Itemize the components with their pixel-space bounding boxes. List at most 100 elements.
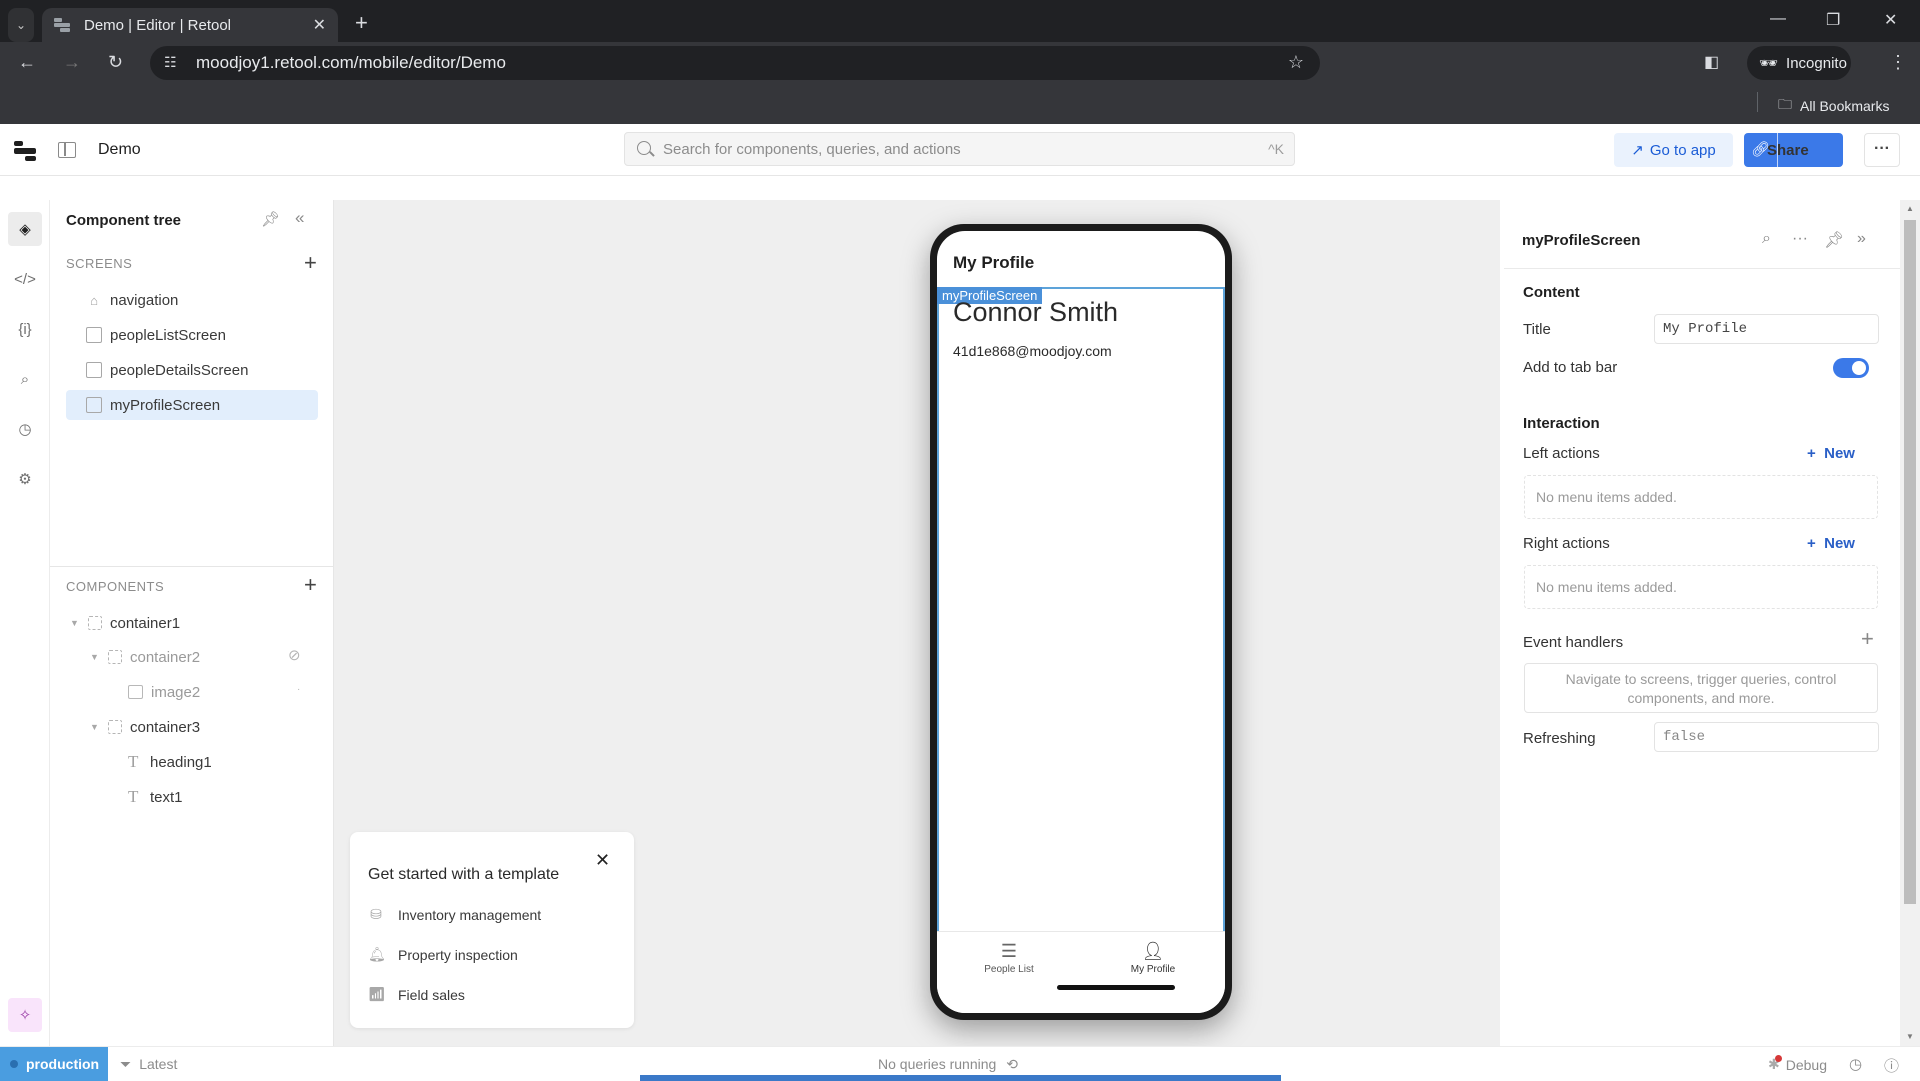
hidden-dot-icon: ·: [297, 684, 301, 695]
add-screen-button[interactable]: +: [304, 250, 317, 276]
site-info-icon[interactable]: ☷: [164, 54, 177, 71]
screen-item-myprofilescreen[interactable]: myProfileScreen: [66, 390, 318, 420]
address-bar[interactable]: ☷ moodjoy1.retool.com/mobile/editor/Demo…: [150, 46, 1320, 80]
close-tab-icon[interactable]: ✕: [313, 15, 326, 35]
screen-item-navigation[interactable]: ⌂ navigation: [66, 285, 318, 315]
screen-item-peoplelistscreen[interactable]: peopleListScreen: [66, 320, 318, 350]
new-tab-button[interactable]: +: [355, 10, 368, 36]
help-icon[interactable]: ⓘ: [1884, 1055, 1899, 1076]
browser-tab[interactable]: Demo | Editor | Retool ✕: [42, 8, 338, 42]
more-options-button[interactable]: ···: [1864, 133, 1900, 167]
left-rail: ◈ </> {i} ⌕ ◷ ⚙ ✧: [0, 200, 50, 1046]
mobile-tab-bar: ☰ People List 👤︎ My Profile: [937, 931, 1225, 1013]
go-to-app-button[interactable]: ↗ Go to app: [1614, 133, 1733, 167]
component-label: text1: [150, 788, 183, 806]
expand-caret-icon[interactable]: ▼: [90, 652, 100, 662]
screen-item-peopledetailsscreen[interactable]: peopleDetailsScreen: [66, 355, 318, 385]
component-item-container1[interactable]: ▼ container1: [70, 609, 180, 637]
phone-screen[interactable]: My Profile myProfileScreen Connor Smith …: [937, 231, 1225, 1013]
forward-button[interactable]: →: [63, 52, 81, 73]
window-close-button[interactable]: ✕: [1884, 10, 1897, 30]
text1[interactable]: 41d1e868@moodjoy.com: [953, 343, 1112, 359]
more-icon[interactable]: ···: [1792, 230, 1808, 248]
retool-logo-icon[interactable]: [14, 140, 36, 162]
tag-icon: ⏷: [120, 1056, 132, 1072]
bookmark-star-icon[interactable]: ☆: [1288, 52, 1304, 73]
scroll-down-arrow[interactable]: ▼: [1906, 1032, 1914, 1041]
unpin-icon[interactable]: 📌︎: [1824, 230, 1844, 250]
pin-icon[interactable]: 📌︎: [261, 210, 280, 228]
hidden-eye-slash-icon[interactable]: ⊘: [288, 646, 301, 664]
environment-selector[interactable]: production: [0, 1047, 108, 1081]
scroll-up-arrow[interactable]: ▲: [1906, 204, 1914, 213]
tab-people-list[interactable]: ☰ People List: [937, 938, 1081, 976]
search-icon[interactable]: ⌕: [1762, 230, 1771, 248]
browser-menu-icon[interactable]: ⋮: [1889, 52, 1907, 73]
state-variables-icon[interactable]: {i}: [8, 312, 42, 346]
inspector-title[interactable]: myProfileScreen: [1522, 232, 1640, 249]
template-inventory-management[interactable]: ⛁ Inventory management: [368, 906, 541, 923]
component-item-image2[interactable]: image2: [128, 678, 200, 706]
reload-button[interactable]: ↻: [108, 52, 123, 73]
event-handlers-label: Event handlers: [1523, 634, 1624, 651]
text-icon: T: [128, 787, 139, 806]
app-header: Demo Search for components, queries, and…: [0, 124, 1920, 176]
add-to-tab-bar-toggle[interactable]: [1833, 358, 1869, 378]
tab-search-button[interactable]: ⌄: [8, 8, 34, 42]
share-button[interactable]: 🔗︎ Share: [1744, 133, 1843, 167]
template-field-sales[interactable]: 📶︎ Field sales: [368, 986, 465, 1003]
side-panel-icon[interactable]: ◧: [1704, 52, 1719, 72]
settings-gear-icon[interactable]: ⚙: [8, 462, 42, 496]
bookmarks-separator: [1757, 92, 1758, 112]
search-icon[interactable]: ⌕: [8, 362, 42, 396]
add-left-action-button[interactable]: + New: [1807, 445, 1855, 462]
query-status-label: No queries running: [878, 1056, 997, 1072]
layout-toggle-icon[interactable]: [58, 142, 76, 158]
screen-label: navigation: [110, 291, 179, 309]
back-button[interactable]: ←: [18, 52, 36, 73]
add-right-action-button[interactable]: + New: [1807, 535, 1855, 552]
phone-preview: My Profile myProfileScreen Connor Smith …: [930, 224, 1232, 1020]
incognito-indicator[interactable]: 🕶 Incognito: [1747, 46, 1851, 80]
expand-caret-icon[interactable]: ▼: [70, 618, 80, 628]
bell-icon: 🔔︎: [368, 946, 386, 962]
refresh-icon[interactable]: ⟲: [1006, 1056, 1018, 1073]
inspector-divider: [1504, 268, 1900, 269]
template-label: Property inspection: [398, 946, 518, 963]
refreshing-input[interactable]: false: [1654, 722, 1879, 752]
expand-caret-icon[interactable]: ▼: [90, 722, 100, 732]
app-name[interactable]: Demo: [98, 141, 141, 159]
home-indicator: [1057, 985, 1175, 990]
history-icon[interactable]: ◷: [1849, 1055, 1862, 1073]
debug-button[interactable]: ✱ Debug: [1768, 1055, 1827, 1073]
browser-tab-strip: ⌄ Demo | Editor | Retool ✕ + — ❐ ✕: [0, 0, 1920, 42]
template-property-inspection[interactable]: 🔔︎ Property inspection: [368, 946, 518, 963]
ai-assist-sparkle-icon[interactable]: ✧: [8, 998, 42, 1032]
tab-my-profile[interactable]: 👤︎ My Profile: [1081, 938, 1225, 976]
component-item-container2[interactable]: ▼ container2: [90, 643, 200, 671]
close-icon[interactable]: ✕: [595, 850, 610, 871]
global-search-input[interactable]: Search for components, queries, and acti…: [624, 132, 1295, 166]
history-icon[interactable]: ◷: [8, 412, 42, 446]
text-icon: T: [128, 752, 139, 771]
container-icon: [88, 616, 102, 630]
component-item-text1[interactable]: T text1: [128, 783, 183, 811]
collapse-inspector-icon[interactable]: »: [1857, 230, 1866, 248]
selection-frame[interactable]: [937, 287, 1225, 931]
code-icon[interactable]: </>: [8, 262, 42, 296]
collapse-panel-icon[interactable]: «: [295, 208, 304, 228]
add-component-button[interactable]: +: [304, 572, 317, 598]
add-event-handler-button[interactable]: +: [1861, 626, 1874, 652]
minimize-button[interactable]: —: [1770, 10, 1786, 28]
title-input[interactable]: My Profile: [1654, 314, 1879, 344]
canvas-scrollbar[interactable]: ▲ ▼: [1900, 200, 1920, 1046]
all-bookmarks-button[interactable]: 🗀 All Bookmarks: [1778, 94, 1889, 118]
version-selector[interactable]: ⏷ Latest: [120, 1056, 177, 1073]
component-item-heading1[interactable]: T heading1: [128, 748, 212, 776]
restore-button[interactable]: ❐: [1826, 10, 1840, 30]
heading1[interactable]: Connor Smith: [953, 297, 1118, 328]
scroll-thumb[interactable]: [1904, 220, 1916, 904]
component-tree-layers-icon[interactable]: ◈: [8, 212, 42, 246]
component-item-container3[interactable]: ▼ container3: [90, 713, 200, 741]
event-handlers-empty[interactable]: Navigate to screens, trigger queries, co…: [1524, 663, 1878, 713]
